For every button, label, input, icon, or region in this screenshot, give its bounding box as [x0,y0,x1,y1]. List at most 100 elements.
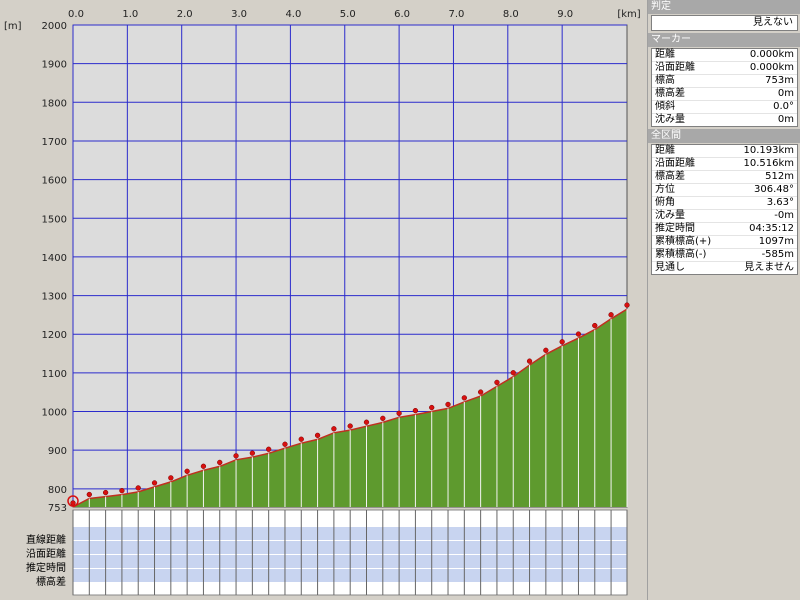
data-point-marker [331,426,337,432]
x-tick-label: 7.0 [449,9,465,20]
x-tick-label: 6.0 [394,9,410,20]
total-item-value: 10.516km [743,158,794,169]
total-info-box: 距離 10.193km 沿面距離 10.516km 標高差 512m 方位 306.48° 俯角… [651,144,798,275]
x-tick-label: 0.0 [68,9,84,20]
data-point-marker [380,415,386,422]
y-tick-label: 2000 [42,21,67,32]
marker-item-value: 0.0° [773,101,794,112]
total-item-row: 標高差 512m [652,171,797,184]
total-item-row: 距離 10.193km [652,145,797,158]
data-point-marker [119,487,125,494]
profile-chart-area: 800 900 1000 1100 1200 1300 1400 1500 1600 1700 18… [0,0,645,600]
row-label-surface-distance: 沿面距離 [26,549,66,560]
marker-item-row: 沿面距離 0.000km [652,62,797,75]
total-item-key: 累積標高(+) [655,236,712,247]
total-item-key: 沿面距離 [655,158,695,169]
y-base-label: 753 [48,503,67,514]
marker-item-value: 753m [765,75,794,86]
marker-item-row: 標高 753m [652,75,797,88]
total-item-value: 見えません [744,262,794,273]
data-point-marker [282,441,288,447]
data-point-marker [217,459,223,466]
x-tick-label: 4.0 [285,9,301,20]
total-item-row: 俯角 3.63° [652,197,797,210]
y-tick-label: 1900 [42,60,67,71]
marker-item-key: 沈み量 [655,114,685,125]
total-item-row: 推定時間 04:35:12 [652,223,797,236]
data-point-marker [168,475,174,481]
total-item-key: 標高差 [655,171,685,182]
total-item-row: 沈み量 -0m [652,210,797,223]
total-item-value: 1097m [758,236,794,247]
marker-item-row: 距離 0.000km [652,49,797,62]
y-tick-label: 1000 [42,408,67,419]
total-item-key: 距離 [655,145,675,156]
data-point-marker [347,423,353,429]
data-point-marker [575,331,582,337]
data-point-marker [477,389,484,395]
data-point-marker [151,480,158,486]
total-item-key: 沈み量 [655,210,685,221]
marker-info-box: 距離 0.000km 沿面距離 0.000km 標高 753m 標高差 0m 傾斜 0.0° 沈み量… [651,48,798,127]
data-point-marker [412,407,419,414]
data-point-marker [135,485,141,491]
data-point-marker [494,379,500,386]
marker-item-value: 0.000km [749,62,794,73]
data-point-marker [429,404,435,411]
data-point-marker [314,432,321,439]
data-point-marker [510,370,516,376]
data-point-marker [70,500,76,506]
y-tick-label: 900 [48,446,67,457]
marker-item-value: 0m [777,88,794,99]
row-label-elevation-diff: 標高差 [36,577,66,588]
judge-value: 見えない [651,15,798,31]
total-item-value: -585m [761,249,794,260]
row-label-estimated-time: 推定時間 [26,563,66,574]
data-point-marker [592,322,598,329]
total-item-row: 累積標高(-) -585m [652,249,797,262]
x-tick-label: 3.0 [231,9,247,20]
y-tick-label: 1300 [42,292,67,303]
total-item-value: 04:35:12 [749,223,794,234]
marker-item-value: 0.000km [749,49,794,60]
total-item-row: 沿面距離 10.516km [652,158,797,171]
marker-item-key: 標高差 [655,88,685,99]
data-point-marker [543,347,549,353]
total-item-key: 見通し [655,262,685,273]
data-point-marker [526,358,533,364]
marker-item-key: 傾斜 [655,101,675,112]
judge-section-title: 判定 [648,0,800,14]
x-tick-label: 2.0 [177,9,193,20]
data-point-marker [102,489,109,496]
elevation-profile-chart[interactable]: 800 900 1000 1100 1200 1300 1400 1500 1600 1700 18… [0,0,645,600]
total-item-key: 推定時間 [655,223,695,234]
total-section-title: 全区間 [648,129,800,143]
data-point-marker [445,401,451,408]
marker-section-title: マーカー [648,33,800,47]
data-point-marker [624,302,630,308]
y-unit-label: [m] [4,21,22,32]
y-tick-label: 1100 [42,369,67,380]
data-point-marker [461,395,467,401]
total-item-key: 累積標高(-) [655,249,707,260]
row-label-straight-distance: 直線距離 [26,535,66,546]
marker-item-key: 距離 [655,49,675,60]
data-point-marker [396,410,402,416]
y-tick-label: 1700 [42,137,67,148]
x-tick-label: 1.0 [122,9,138,20]
data-point-marker [200,463,207,469]
total-item-value: 306.48° [754,184,794,195]
x-tick-label: 8.0 [503,9,519,20]
y-tick-label: 1200 [42,330,67,341]
total-item-row: 見通し 見えません [652,262,797,274]
y-tick-label: 1500 [42,214,67,225]
marker-item-row: 傾斜 0.0° [652,101,797,114]
data-point-marker [86,491,92,498]
marker-item-row: 標高差 0m [652,88,797,101]
data-point-marker [266,446,272,452]
marker-item-value: 0m [777,114,794,125]
total-item-value: 10.193km [743,145,794,156]
x-tick-label: 9.0 [557,9,573,20]
total-item-row: 累積標高(+) 1097m [652,236,797,249]
data-point-marker [249,450,256,456]
